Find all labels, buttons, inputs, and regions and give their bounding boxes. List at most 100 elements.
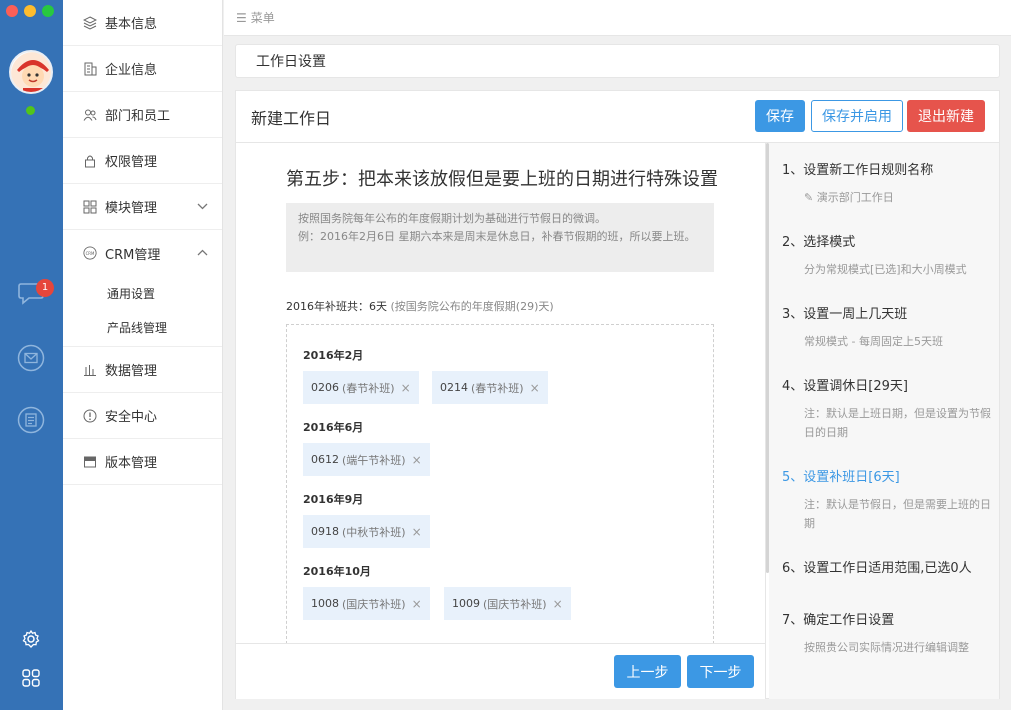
building-icon — [83, 62, 97, 76]
month-label: 2016年2月 — [303, 349, 364, 362]
document-icon[interactable] — [16, 405, 46, 435]
exit-create-button[interactable]: 退出新建 — [907, 100, 985, 132]
menu-item-security[interactable]: 安全中心 — [63, 393, 222, 439]
step-title: 2、选择模式 — [782, 235, 856, 250]
hamburger-icon[interactable]: ☰ — [236, 11, 247, 25]
panel-title: 新建工作日 — [251, 108, 332, 128]
makeup-note: (按国务院公布的年度假期(29)天) — [390, 300, 554, 313]
svg-text:CRM: CRM — [86, 251, 95, 256]
menu-item-label: 模块管理 — [105, 201, 158, 216]
tag-date: 0612 — [311, 453, 339, 466]
menu-item-label: 基本信息 — [105, 17, 158, 32]
step-subtitle: 分为常规模式[已选]和大小周模式 — [804, 263, 967, 276]
tag-note: (国庆节补班) — [342, 597, 406, 611]
menu-item-departments[interactable]: 部门和员工 — [63, 92, 222, 138]
alert-icon — [83, 409, 97, 423]
prev-step-button[interactable]: 上一步 — [614, 655, 681, 688]
next-step-button[interactable]: 下一步 — [687, 655, 754, 688]
menu-item-modules[interactable]: 模块管理 — [63, 184, 222, 230]
step-subtitle: 按照贵公司实际情况进行编辑调整 — [804, 641, 969, 654]
step-title: 3、设置一周上几天班 — [782, 307, 908, 322]
step-title: 5、设置补班日[6天] — [782, 470, 900, 485]
step-subtitle-text: 演示部门工作日 — [816, 191, 894, 204]
step-content: 第五步：把本来该放假但是要上班的日期进行特殊设置 按照国务院每年公布的年度假期计… — [236, 143, 766, 699]
tag-date: 1009 — [452, 597, 480, 610]
remove-tag-icon[interactable]: × — [553, 597, 563, 611]
pencil-icon: ✎ — [804, 191, 814, 204]
step-item[interactable]: 7、确定工作日设置 按照贵公司实际情况进行编辑调整 — [782, 609, 992, 657]
window-minimize-button[interactable] — [24, 5, 36, 17]
menu-toggle-label[interactable]: 菜单 — [251, 9, 275, 26]
step-item[interactable]: 2、选择模式 分为常规模式[已选]和大小周模式 — [782, 231, 992, 279]
panel-header: 新建工作日 保存 保存并启用 退出新建 — [236, 91, 999, 143]
remove-tag-icon[interactable]: × — [412, 597, 422, 611]
bar-chart-icon — [83, 363, 97, 377]
tag-note: (端午节补班) — [342, 453, 406, 467]
modules-icon — [83, 200, 97, 214]
date-tag: 0918 (中秋节补班) × — [303, 515, 430, 548]
remove-tag-icon[interactable]: × — [412, 453, 422, 467]
lock-icon — [83, 154, 97, 168]
menu-item-basic-info[interactable]: 基本信息 — [63, 0, 222, 46]
settings-menu: 基本信息 企业信息 部门和员工 权限管理 模块管理 CRM CRM管理 通用设置… — [63, 0, 223, 710]
menu-item-company-info[interactable]: 企业信息 — [63, 46, 222, 92]
step-item-active[interactable]: 5、设置补班日[6天] 注：默认是节假日，但是需要上班的日期 — [782, 466, 992, 533]
notice-box: 按照国务院每年公布的年度假期计划为基础进行节假日的微调。 例：2016年2月6日… — [286, 203, 714, 272]
month-label: 2016年10月 — [303, 565, 371, 578]
menu-item-data[interactable]: 数据管理 — [63, 347, 222, 393]
save-and-enable-button[interactable]: 保存并启用 — [811, 100, 903, 132]
submenu-product-lines[interactable]: 产品线管理 — [63, 310, 222, 344]
tag-date: 0214 — [440, 381, 468, 394]
remove-tag-icon[interactable]: × — [412, 525, 422, 539]
menu-item-crm[interactable]: CRM CRM管理 — [63, 230, 222, 276]
window-maximize-button[interactable] — [42, 5, 54, 17]
date-tag: 1009 (国庆节补班) × — [444, 587, 571, 620]
step-item[interactable]: 1、设置新工作日规则名称 ✎ 演示部门工作日 — [782, 159, 992, 207]
step-title: 7、确定工作日设置 — [782, 613, 895, 628]
step-subtitle: 注：默认是上班日期，但是设置为节假日的日期 — [804, 407, 991, 439]
app-rail: 1 — [0, 0, 63, 710]
window-close-button[interactable] — [6, 5, 18, 17]
step-title: 4、设置调休日[29天] — [782, 379, 908, 394]
tag-date: 1008 — [311, 597, 339, 610]
step-subtitle: ✎ 演示部门工作日 — [804, 188, 992, 207]
settings-icon[interactable] — [16, 624, 46, 654]
version-icon — [83, 455, 97, 469]
submenu-general-settings[interactable]: 通用设置 — [63, 276, 222, 310]
menu-item-label: 数据管理 — [105, 364, 158, 379]
chevron-down-icon — [197, 200, 208, 213]
save-button[interactable]: 保存 — [755, 100, 805, 132]
step-item[interactable]: 6、设置工作日适用范围,已选0人 — [782, 557, 992, 576]
step-title: 6、设置工作日适用范围,已选0人 — [782, 561, 972, 576]
remove-tag-icon[interactable]: × — [530, 381, 540, 395]
page-title: 工作日设置 — [256, 54, 326, 70]
steps-sidebar: 1、设置新工作日规则名称 ✎ 演示部门工作日 2、选择模式 分为常规模式[已选]… — [769, 143, 999, 699]
new-workday-panel: 新建工作日 保存 保存并启用 退出新建 第五步：把本来该放假但是要上班的日期进行… — [235, 90, 1000, 699]
step-item[interactable]: 4、设置调休日[29天] 注：默认是上班日期，但是设置为节假日的日期 — [782, 375, 992, 442]
remove-tag-icon[interactable]: × — [401, 381, 411, 395]
apps-grid-icon[interactable] — [16, 663, 46, 693]
step-item[interactable]: 3、设置一周上几天班 常规模式 - 每周固定上5天班 — [782, 303, 992, 351]
makeup-total: 2016年补班共：6天 — [286, 300, 387, 313]
menu-item-label: 企业信息 — [105, 63, 158, 78]
users-icon — [83, 108, 97, 122]
menu-item-label: 权限管理 — [105, 155, 158, 170]
menu-item-permissions[interactable]: 权限管理 — [63, 138, 222, 184]
layers-icon — [83, 15, 97, 30]
mail-icon[interactable] — [16, 343, 46, 373]
page-title-bar: 工作日设置 — [235, 44, 1000, 78]
date-tag: 0612 (端午节补班) × — [303, 443, 430, 476]
date-tag: 0214 (春节补班) × — [432, 371, 548, 404]
date-tag: 0206 (春节补班) × — [303, 371, 419, 404]
tag-note: (春节补班) — [471, 381, 524, 395]
step-navigation: 上一步 下一步 — [236, 643, 765, 699]
step-subtitle: 常规模式 - 每周固定上5天班 — [804, 335, 943, 348]
menu-item-versions[interactable]: 版本管理 — [63, 439, 222, 485]
menu-item-label: 部门和员工 — [105, 109, 171, 124]
makeup-dates-box: 2016年2月 0206 (春节补班) × 0214 (春节补班) × 2016… — [286, 324, 714, 644]
chevron-up-icon — [197, 246, 208, 259]
notice-example: 例：2016年2月6日 星期六本来是周末是休息日，补春节假期的班，所以要上班。 — [298, 230, 696, 243]
tag-date: 0206 — [311, 381, 339, 394]
menu-item-label: 安全中心 — [105, 410, 158, 425]
avatar[interactable] — [9, 50, 53, 94]
